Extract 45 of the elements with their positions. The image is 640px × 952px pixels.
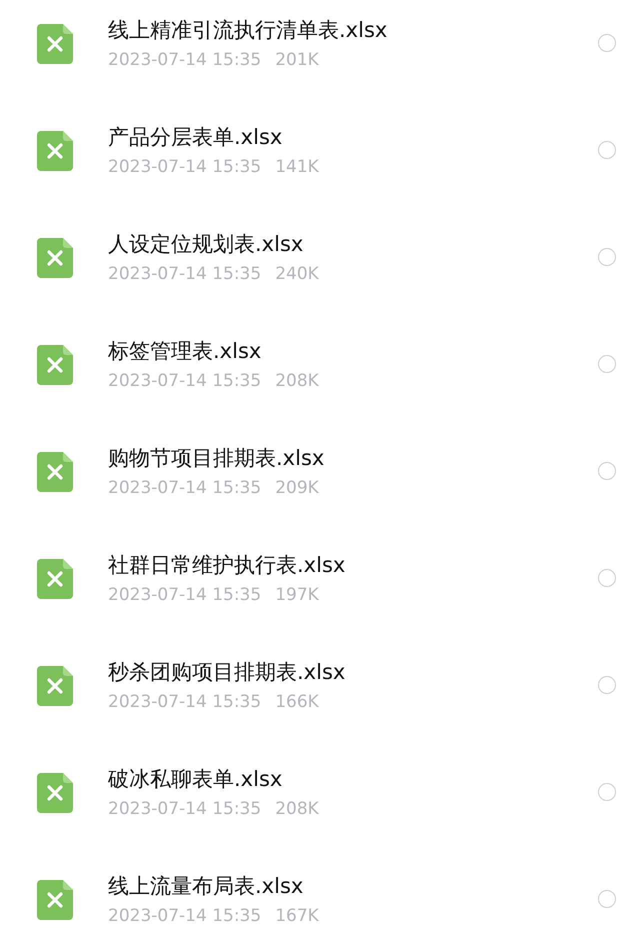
spreadsheet-file-icon	[37, 666, 73, 706]
file-name: 人设定位规划表.xlsx	[108, 231, 304, 258]
file-name: 秒杀团购项目排期表.xlsx	[108, 659, 346, 686]
spreadsheet-file-icon	[37, 131, 73, 171]
file-size: 209K	[275, 477, 319, 500]
file-date: 2023-07-14 15:35	[108, 691, 262, 714]
file-size: 240K	[275, 263, 319, 286]
select-radio[interactable]	[598, 462, 616, 480]
file-size: 197K	[275, 584, 319, 607]
file-size: 208K	[275, 370, 319, 393]
file-date: 2023-07-14 15:35	[108, 370, 262, 393]
select-radio[interactable]	[598, 890, 616, 908]
file-size: 166K	[275, 691, 319, 714]
select-radio[interactable]	[598, 34, 616, 52]
file-size: 201K	[275, 49, 319, 72]
file-date: 2023-07-14 15:35	[108, 798, 262, 821]
file-date: 2023-07-14 15:35	[108, 156, 262, 179]
spreadsheet-file-icon	[37, 238, 73, 278]
file-date: 2023-07-14 15:35	[108, 477, 262, 500]
file-name: 产品分层表单.xlsx	[108, 124, 284, 151]
file-name: 线上精准引流执行清单表.xlsx	[108, 17, 388, 44]
select-radio[interactable]	[598, 248, 616, 266]
spreadsheet-file-icon	[37, 452, 73, 492]
file-date: 2023-07-14 15:35	[108, 263, 262, 286]
select-radio[interactable]	[598, 569, 616, 587]
select-radio[interactable]	[598, 355, 616, 373]
file-size: 208K	[275, 798, 319, 821]
file-name: 标签管理表.xlsx	[108, 338, 262, 365]
file-date: 2023-07-14 15:35	[108, 905, 262, 928]
select-radio[interactable]	[598, 783, 616, 801]
spreadsheet-file-icon	[37, 559, 73, 599]
file-name: 社群日常维护执行表.xlsx	[108, 552, 346, 579]
file-size: 167K	[275, 905, 319, 928]
spreadsheet-file-icon	[37, 24, 73, 64]
file-name: 线上流量布局表.xlsx	[108, 873, 304, 900]
spreadsheet-file-icon	[37, 880, 73, 920]
file-name: 购物节项目排期表.xlsx	[108, 445, 326, 472]
file-name: 破冰私聊表单.xlsx	[108, 766, 284, 793]
select-radio[interactable]	[598, 676, 616, 694]
file-size: 141K	[275, 156, 319, 179]
file-date: 2023-07-14 15:35	[108, 584, 262, 607]
select-radio[interactable]	[598, 141, 616, 159]
spreadsheet-file-icon	[37, 773, 73, 813]
file-date: 2023-07-14 15:35	[108, 49, 262, 72]
spreadsheet-file-icon	[37, 345, 73, 385]
